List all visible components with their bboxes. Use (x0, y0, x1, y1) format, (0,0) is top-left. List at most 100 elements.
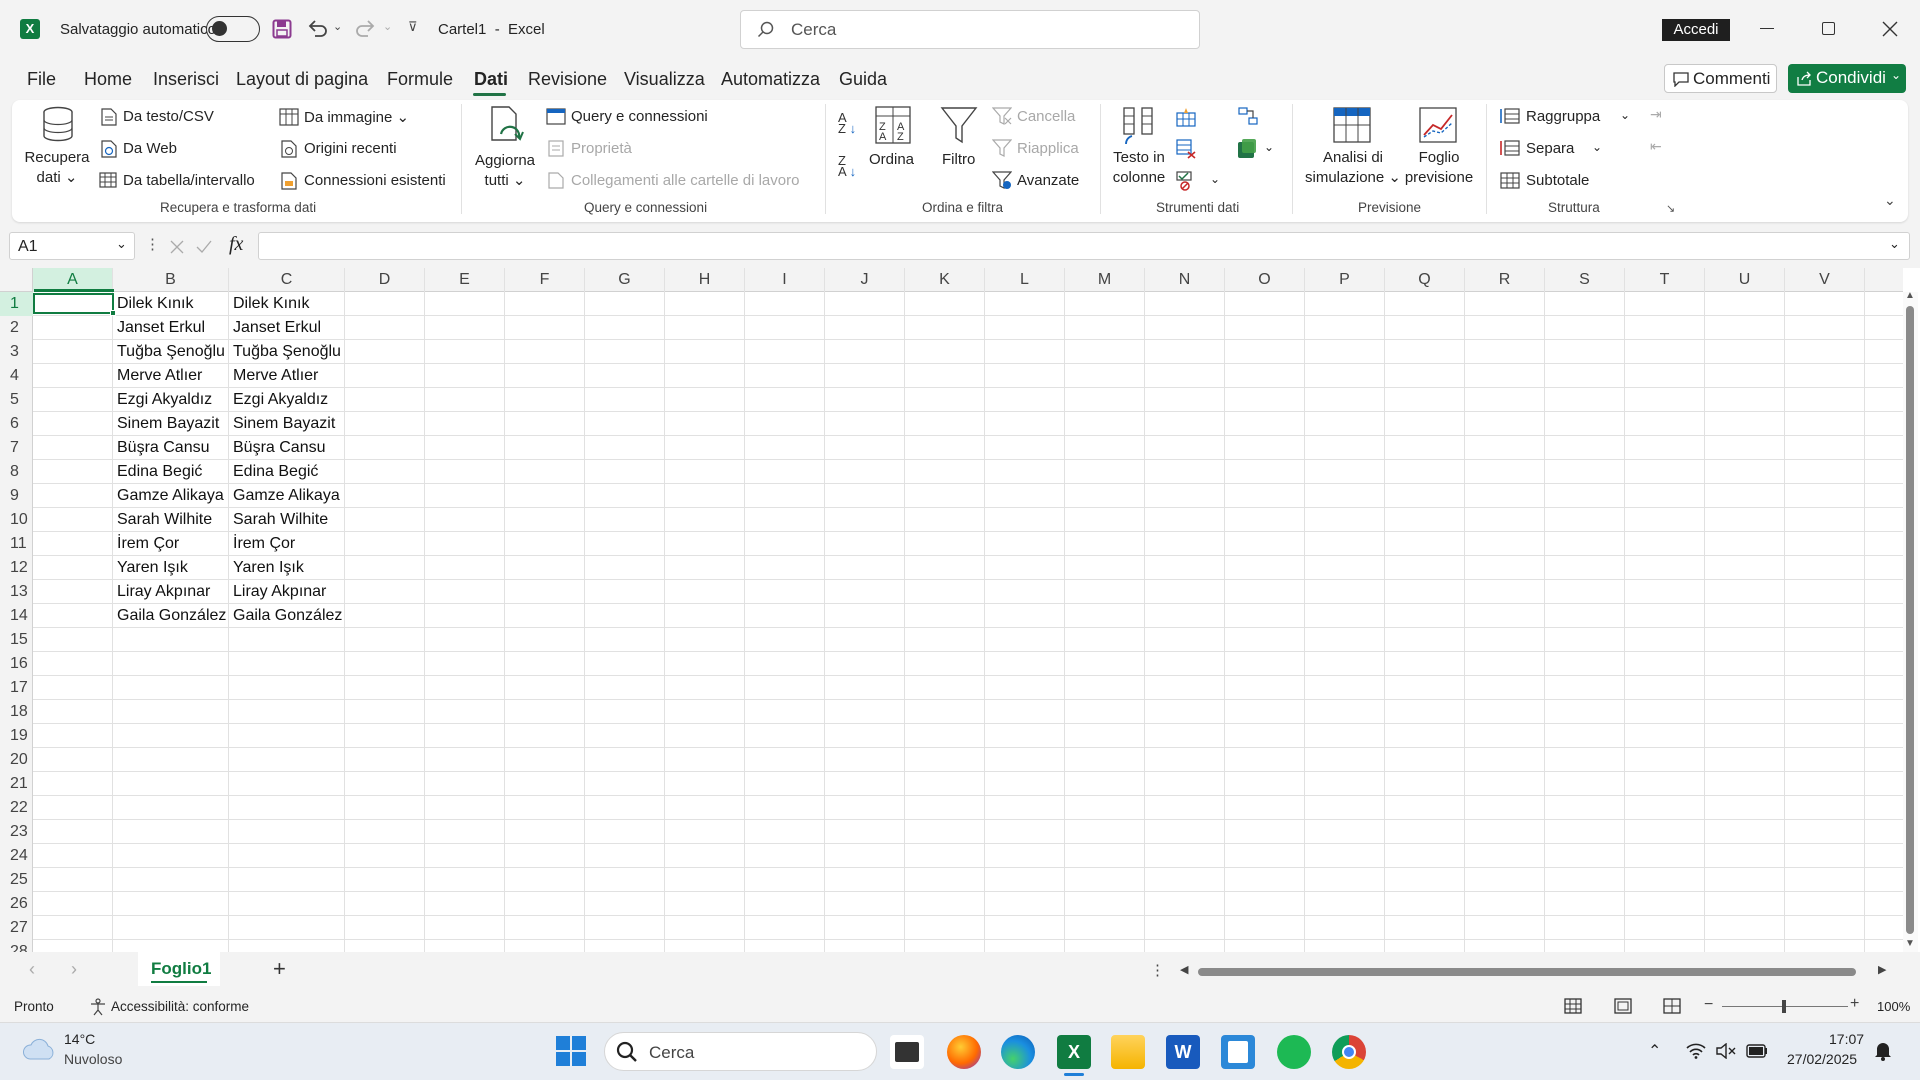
properties-button[interactable]: Proprietà (571, 140, 632, 157)
spotify-icon[interactable] (1277, 1035, 1311, 1069)
column-header-r[interactable]: R (1465, 268, 1545, 292)
wifi-icon[interactable] (1686, 1043, 1706, 1059)
autosave-toggle[interactable] (206, 16, 260, 42)
select-all-corner[interactable] (0, 268, 33, 292)
zoom-level[interactable]: 100% (1877, 999, 1910, 1014)
group-dropdown-icon[interactable]: ⌄ (1620, 108, 1630, 122)
undo-dropdown-icon[interactable]: ⌄ (333, 20, 342, 33)
filter-button[interactable]: Filtro (942, 151, 975, 168)
cell-c12[interactable]: Yaren Işık (230, 556, 345, 580)
cell-b1[interactable]: Dilek Kınık (114, 292, 229, 316)
cell-b3[interactable]: Tuğba Şenoğlu (114, 340, 229, 364)
page-break-view-icon[interactable] (1663, 998, 1681, 1014)
show-detail-icon[interactable]: ⇥ (1650, 106, 1662, 123)
cell-b12[interactable]: Yaren Işık (114, 556, 229, 580)
formula-input[interactable]: ⌄ (258, 232, 1910, 260)
ungroup-button[interactable]: Separa (1526, 140, 1574, 157)
column-header-p[interactable]: P (1305, 268, 1385, 292)
clear-button[interactable]: Cancella (1017, 108, 1075, 125)
show-hidden-icons[interactable]: ⌃ (1648, 1041, 1661, 1061)
comments-button[interactable]: Commenti (1664, 64, 1777, 93)
collapse-ribbon-icon[interactable]: ⌄ (1884, 192, 1896, 209)
relationships-icon[interactable] (1236, 138, 1258, 160)
cell-b7[interactable]: Büşra Cansu (114, 436, 229, 460)
sheet-tab-foglio1[interactable]: Foglio1 (138, 952, 220, 986)
row-header-3[interactable]: 3 (0, 340, 33, 364)
from-image-button[interactable]: Da immagine ⌄ (304, 108, 409, 126)
accessibility-status[interactable]: Accessibilità: conforme (111, 999, 249, 1014)
row-header-15[interactable]: 15 (0, 628, 33, 652)
name-box[interactable]: A1 ⌄ (9, 232, 135, 260)
row-header-14[interactable]: 14 (0, 604, 33, 628)
consolidate-icon[interactable] (1238, 107, 1258, 125)
column-header-n[interactable]: N (1145, 268, 1225, 292)
cell-c9[interactable]: Gamze Alikaya (230, 484, 345, 508)
horizontal-scroll-thumb[interactable] (1198, 968, 1856, 976)
row-header-24[interactable]: 24 (0, 844, 33, 868)
row-header-6[interactable]: 6 (0, 412, 33, 436)
column-header-s[interactable]: S (1545, 268, 1625, 292)
volume-muted-icon[interactable] (1716, 1043, 1736, 1059)
cell-b13[interactable]: Liray Akpınar (114, 580, 229, 604)
zoom-out-icon[interactable]: − (1704, 996, 1713, 1014)
undo-icon[interactable] (307, 18, 329, 40)
from-web-button[interactable]: Da Web (123, 140, 177, 157)
tab-data[interactable]: Dati (474, 69, 508, 90)
row-header-13[interactable]: 13 (0, 580, 33, 604)
firefox-icon[interactable] (947, 1035, 981, 1069)
save-icon[interactable] (272, 19, 292, 39)
column-header-v[interactable]: V (1785, 268, 1865, 292)
close-window-button[interactable] (1882, 21, 1898, 37)
row-header-11[interactable]: 11 (0, 532, 33, 556)
cell-c10[interactable]: Sarah Wilhite (230, 508, 345, 532)
tabs-options-icon[interactable]: ⋮ (1150, 961, 1165, 979)
prev-sheet-icon[interactable]: ‹ (29, 959, 35, 980)
column-header-j[interactable]: J (825, 268, 905, 292)
fill-handle[interactable] (110, 310, 116, 316)
column-header-k[interactable]: K (905, 268, 985, 292)
name-box-dropdown-icon[interactable]: ⌄ (116, 236, 127, 252)
column-header-g[interactable]: G (585, 268, 665, 292)
existing-connections-button[interactable]: Connessioni esistenti (304, 172, 446, 189)
confirm-entry-icon[interactable] (196, 240, 212, 254)
row-header-17[interactable]: 17 (0, 676, 33, 700)
clock-date[interactable]: 27/02/2025 (1787, 1051, 1857, 1067)
battery-icon[interactable] (1746, 1044, 1768, 1058)
vertical-scrollbar[interactable]: ▲ ▼ (1903, 290, 1918, 952)
selected-cell-border[interactable] (33, 293, 114, 314)
vertical-scroll-thumb[interactable] (1906, 306, 1914, 934)
row-header-18[interactable]: 18 (0, 700, 33, 724)
weather-description[interactable]: Nuvoloso (64, 1051, 122, 1067)
workbook-links-button[interactable]: Collegamenti alle cartelle di lavoro (571, 172, 799, 189)
forecast-sheet-button[interactable]: Foglio previsione (1403, 148, 1475, 188)
minimize-button[interactable] (1760, 28, 1774, 29)
tab-help[interactable]: Guida (839, 69, 887, 90)
tab-review[interactable]: Revisione (528, 69, 607, 90)
row-header-7[interactable]: 7 (0, 436, 33, 460)
cell-c1[interactable]: Dilek Kınık (230, 292, 345, 316)
data-validation-dropdown-icon[interactable]: ⌄ (1210, 172, 1220, 186)
tab-home[interactable]: Home (84, 69, 132, 90)
customize-qat-icon[interactable]: ⊽ (408, 19, 418, 35)
row-header-21[interactable]: 21 (0, 772, 33, 796)
outline-dialog-launcher-icon[interactable]: ↘ (1666, 202, 1675, 215)
remove-duplicates-icon[interactable] (1176, 139, 1196, 159)
add-sheet-button[interactable]: + (273, 956, 286, 982)
taskbar-search[interactable]: Cerca (604, 1032, 877, 1071)
advanced-button[interactable]: Avanzate (1017, 172, 1079, 189)
hide-detail-icon[interactable]: ⇤ (1650, 138, 1662, 155)
what-if-analysis-button[interactable]: Analisi di simulazione ⌄ (1300, 148, 1406, 188)
text-to-columns-button[interactable]: Testo in colonne (1104, 148, 1174, 188)
scroll-down-icon[interactable]: ▼ (1905, 938, 1915, 949)
row-header-26[interactable]: 26 (0, 892, 33, 916)
cell-c4[interactable]: Merve Atlıer (230, 364, 345, 388)
cell-b9[interactable]: Gamze Alikaya (114, 484, 229, 508)
search-box[interactable]: Cerca (740, 10, 1200, 49)
edge-icon[interactable] (1001, 1035, 1035, 1069)
group-button[interactable]: Raggruppa (1526, 108, 1600, 125)
tab-insert[interactable]: Inserisci (153, 69, 219, 90)
row-header-12[interactable]: 12 (0, 556, 33, 580)
zoom-in-icon[interactable]: + (1850, 995, 1859, 1013)
cancel-entry-icon[interactable] (170, 240, 184, 254)
reapply-button[interactable]: Riapplica (1017, 140, 1079, 157)
